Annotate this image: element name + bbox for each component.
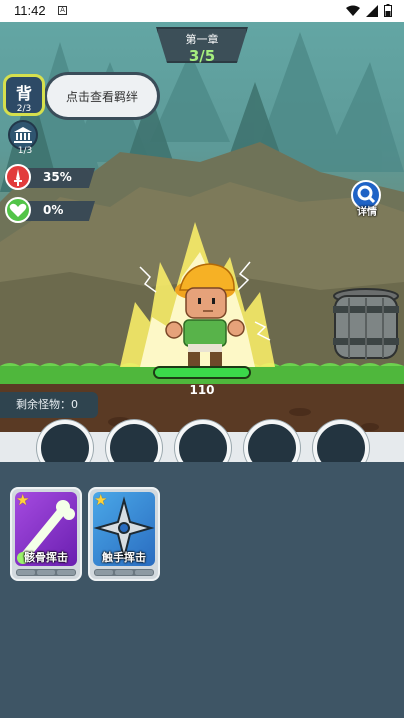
backpack-button[interactable]: 背 2/3 [3,74,45,116]
bond-hint-button[interactable]: 点击查看羁绊 [44,72,160,120]
attack-value: 35% [43,170,72,184]
bond-hint-label: 点击查看羁绊 [47,75,157,117]
remaining-monsters: 剩余怪物：0 [0,392,98,418]
barrel [333,288,399,360]
notification-icon: A [58,6,67,15]
skill-card[interactable]: ★ 触手挥击 [88,487,160,581]
hall-count: 1/3 [17,146,33,156]
card-level-bar [94,569,154,576]
hall-button[interactable]: 1/3 [8,120,38,156]
card-name: 骸骨挥击 [24,551,68,564]
status-time: 11:42 [14,3,46,18]
hero-hp-value: 110 [189,383,215,397]
chapter-progress: 3/5 [188,47,216,65]
backpack-label: 背 [15,84,32,103]
star-icon: ★ [94,491,108,509]
battery-icon [384,4,392,17]
sword-icon [5,164,31,190]
hero-hp-bar [153,366,251,379]
card-level-bar [16,569,76,576]
attack-stat: 35% [5,164,95,190]
detail-label: 详情 [357,207,377,218]
skill-card[interactable]: ★ 骸骨挥击 [10,487,82,581]
heart-icon [5,197,31,223]
status-bar: 11:42 A [0,0,404,22]
backpack-count: 2/3 [16,104,32,114]
hero-hp-fill [155,368,249,377]
star-icon: ★ [16,491,30,509]
heal-stat: 0% [5,197,95,223]
temple-icon [14,127,32,143]
card-name: 触手挥击 [102,551,146,564]
wifi-icon [346,5,360,16]
system-icons [346,4,392,17]
signal-icon [366,4,378,17]
heal-value: 0% [43,203,64,217]
chapter-title: 第一章 [185,33,219,46]
chapter-banner: 第一章 3/5 [156,27,248,63]
